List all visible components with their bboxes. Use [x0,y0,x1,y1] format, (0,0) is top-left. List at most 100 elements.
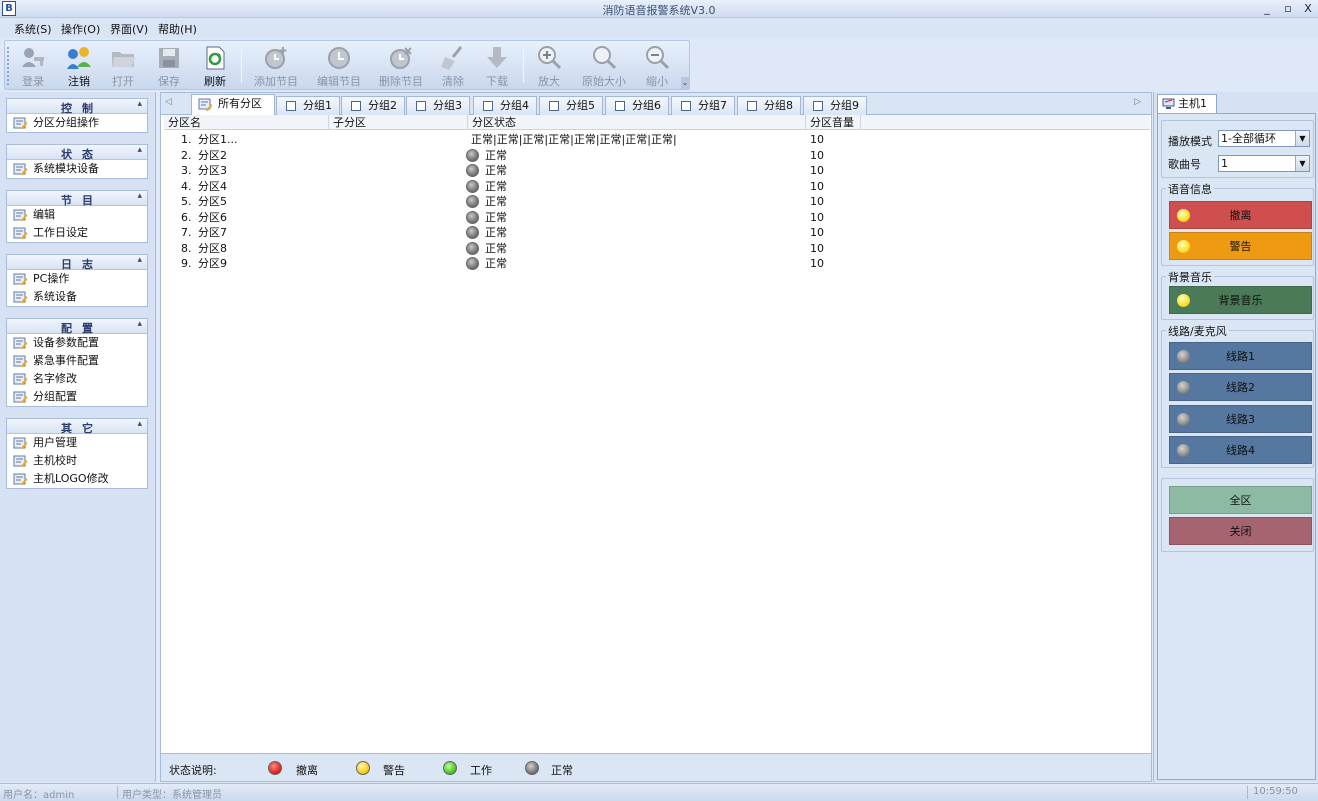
nav-group-header[interactable]: 节目 ▴ [7,191,147,207]
delete-program-icon [390,47,412,69]
table-row[interactable]: 9. 分区9 正常 10 [164,256,1150,272]
add-program-icon [265,47,287,69]
tab-group-8[interactable]: 分组8 [737,96,801,115]
line-1-button[interactable]: 线路1 [1169,342,1312,370]
nav-item-device-params[interactable]: 设备参数配置 [7,334,147,352]
warning-button[interactable]: 警告 [1169,232,1312,260]
edit-program-button[interactable]: 编辑节目 [311,43,367,89]
zoom-out-button[interactable]: 缩小 [639,43,675,89]
nav-item-rename[interactable]: 名字修改 [7,370,147,388]
window-title: 消防语音报警系统V3.0 [602,4,716,17]
collapse-caret-icon: ▴ [137,419,142,429]
tab-group-2[interactable]: 分组2 [341,96,405,115]
table-row[interactable]: 5. 分区5 正常 10 [164,194,1150,210]
play-mode-select[interactable]: 1-全部循环 ▼ [1218,130,1310,147]
close-zones-button[interactable]: 关闭 [1169,517,1312,545]
line-2-button[interactable]: 线路2 [1169,373,1312,401]
nav-item-host-time-sync[interactable]: 主机校时 [7,452,147,470]
maximize-button[interactable]: ▫ [1279,1,1297,16]
toolbar: 登录 注销 打开 保存 刷新 添加节目 编辑节目 删除节目 清除 下载 放大 原… [4,40,690,90]
nav-item-workday-settings[interactable]: 工作日设定 [7,224,147,242]
login-button[interactable]: 登录 [15,43,51,89]
indicator-led-icon [1177,294,1190,307]
menu-operation[interactable]: 操作(O) [61,21,100,37]
form-icon [13,273,28,286]
left-nav-panel: 控制 ▴ 分区分组操作 状态 ▴ 系统模块设备 节目 ▴ 编辑 工作日设定 日志 ▴ P… [0,92,156,782]
background-music-button[interactable]: 背景音乐 [1169,286,1312,314]
save-button[interactable]: 保存 [151,43,187,89]
nav-item-system-devices[interactable]: 系统设备 [7,288,147,306]
nav-group-header[interactable]: 配置 ▴ [7,319,147,335]
tab-group-4[interactable]: 分组4 [473,96,537,115]
nav-group-header[interactable]: 其它 ▴ [7,419,147,435]
nav-group-header[interactable]: 状态 ▴ [7,145,147,161]
nav-group-header[interactable]: 控制 ▴ [7,99,147,115]
tab-scroll-left-icon[interactable]: ◁ [165,97,172,107]
table-row[interactable]: 2. 分区2 正常 10 [164,148,1150,164]
tab-group-9[interactable]: 分组9 [803,96,867,115]
table-row[interactable]: 4. 分区4 正常 10 [164,179,1150,195]
table-row[interactable]: 1. 分区1... 正常|正常|正常|正常|正常|正常|正常|正常| 10 [164,132,1150,148]
toolbar-separator [241,49,242,83]
main-content: ◁ 所有分区 分组1 分组2 分组3 分组4 分组5 分组6 分组7 分组8 分… [160,92,1152,782]
status-normal-icon [466,195,479,208]
delete-program-button[interactable]: 删除节目 [373,43,429,89]
nav-item-edit[interactable]: 编辑 [7,206,147,224]
line-mic-label: 线路/麦克风 [1166,323,1229,339]
menu-help[interactable]: 帮助(H) [158,21,197,37]
zoom-in-button[interactable]: 放大 [531,43,567,89]
table-row[interactable]: 7. 分区7 正常 10 [164,225,1150,241]
table-row[interactable]: 3. 分区3 正常 10 [164,163,1150,179]
form-icon [13,117,28,130]
status-separator [117,786,118,799]
clear-button[interactable]: 清除 [435,43,471,89]
nav-item-group-config[interactable]: 分组配置 [7,388,147,406]
tab-group-1[interactable]: 分组1 [276,96,340,115]
all-zones-button[interactable]: 全区 [1169,486,1312,514]
menu-system[interactable]: 系统(S) [14,21,52,37]
line-4-button[interactable]: 线路4 [1169,436,1312,464]
open-button[interactable]: 打开 [105,43,141,89]
close-window-button[interactable]: X [1299,1,1317,16]
nav-item-user-management[interactable]: 用户管理 [7,434,147,452]
add-program-button[interactable]: 添加节目 [251,43,301,89]
minimize-button[interactable]: _ [1258,1,1276,16]
tab-group-7[interactable]: 分组7 [671,96,735,115]
nav-group-header[interactable]: 日志 ▴ [7,255,147,271]
tab-all-zones[interactable]: 所有分区 [191,94,275,116]
column-zone-volume[interactable]: 分区音量 [806,115,861,130]
nav-group-other: 其它 ▴ 用户管理 主机校时 主机LOGO修改 [6,418,148,489]
indicator-led-icon [1177,209,1190,222]
tab-group-3[interactable]: 分组3 [406,96,470,115]
refresh-button[interactable]: 刷新 [197,43,233,89]
column-zone-name[interactable]: 分区名 [164,115,329,130]
menu-view[interactable]: 界面(V) [110,21,148,37]
nav-item-zone-group-operation[interactable]: 分区分组操作 [7,114,147,132]
nav-item-host-logo[interactable]: 主机LOGO修改 [7,470,147,488]
nav-item-pc-operation[interactable]: PC操作 [7,270,147,288]
status-normal-icon [466,257,479,270]
table-row[interactable]: 8. 分区8 正常 10 [164,241,1150,257]
tab-scroll-right-icon[interactable]: ▷ [1134,97,1141,107]
tab-group-6[interactable]: 分组6 [605,96,669,115]
folder-icon [112,52,135,67]
toolbar-overflow-button[interactable]: ⌄ [681,77,689,89]
host-panel-body: 播放模式 1-全部循环 ▼ 歌曲号 1 ▼ 语音信息 撤离 警告 背景音乐 背景音乐… [1157,113,1316,780]
download-button[interactable]: 下载 [479,43,515,89]
column-subzone[interactable]: 子分区 [329,115,468,130]
toolbar-grip[interactable] [7,47,10,85]
tab-page-icon [351,101,361,111]
nav-item-system-module-devices[interactable]: 系统模块设备 [7,160,147,178]
original-size-button[interactable]: 原始大小 [579,43,629,89]
tab-group-5[interactable]: 分组5 [539,96,603,115]
zoom-out-icon [646,46,670,70]
tab-host-1[interactable]: 主机1 [1157,94,1217,114]
column-zone-status[interactable]: 分区状态 [468,115,806,130]
line-3-button[interactable]: 线路3 [1169,405,1312,433]
song-number-select[interactable]: 1 ▼ [1218,155,1310,172]
evacuate-button[interactable]: 撤离 [1169,201,1312,229]
logout-button[interactable]: 注销 [61,43,97,89]
tab-page-icon [813,101,823,111]
table-row[interactable]: 6. 分区6 正常 10 [164,210,1150,226]
nav-item-emergency-config[interactable]: 紧急事件配置 [7,352,147,370]
